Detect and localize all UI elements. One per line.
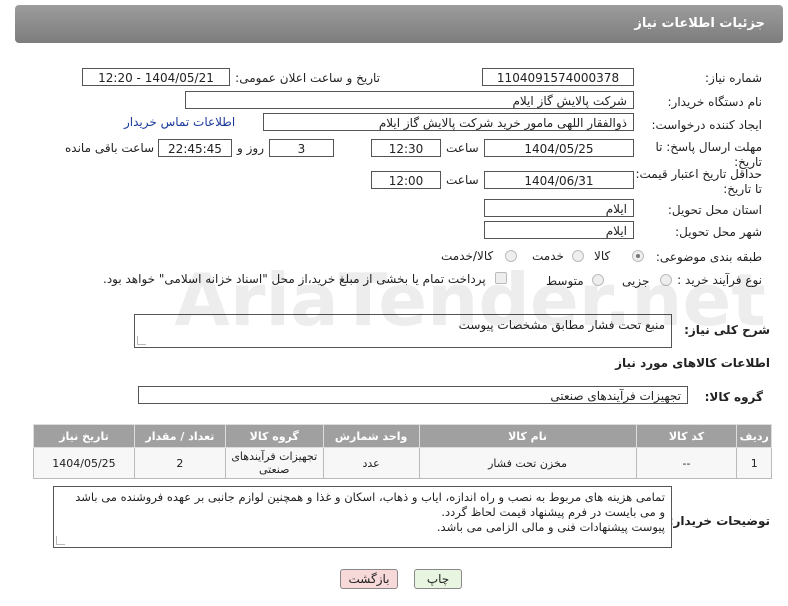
resize-grip-icon[interactable] xyxy=(56,536,65,545)
summary-text: منبع تحت فشار مطابق مشخصات پیوست xyxy=(458,318,665,332)
process-option-minor: جزیی xyxy=(622,274,650,288)
buyer-org-label: نام دستگاه خریدار: xyxy=(667,95,763,109)
col-header-quantity: تعداد / مقدار xyxy=(133,424,226,448)
col-header-code: کد کالا xyxy=(635,424,738,448)
remaining-time-field[interactable]: 22:45:45 xyxy=(158,139,232,157)
category-radio-service[interactable] xyxy=(572,250,584,262)
treasury-payment-checkbox[interactable] xyxy=(495,272,507,284)
category-option-service: خدمت xyxy=(532,249,564,263)
buyer-notes-line: و می بایست در فرم پیشنهاد قیمت لحاظ گردد… xyxy=(441,505,665,519)
city-label: شهر محل تحویل: xyxy=(675,225,762,239)
buyer-org-field[interactable]: شرکت پالایش گاز ایلام xyxy=(185,91,634,109)
col-header-unit: واحد شمارش xyxy=(322,424,420,448)
cell-code: -- xyxy=(635,447,738,479)
process-type-label: نوع فرآیند خرید : xyxy=(677,273,762,287)
buyer-contact-link[interactable]: اطلاعات تماس خریدار xyxy=(124,115,235,129)
need-number-field[interactable]: 1104091574000378 xyxy=(482,68,634,86)
treasury-payment-note: پرداخت تمام یا بخشی از مبلغ خرید،از محل … xyxy=(103,272,486,286)
province-label: استان محل تحویل: xyxy=(667,203,762,217)
buyer-notes-line: تمامی هزینه های مربوط به نصب و راه انداز… xyxy=(75,490,665,504)
buyer-notes-textarea[interactable]: تمامی هزینه های مربوط به نصب و راه انداز… xyxy=(53,486,672,548)
cell-group: تجهیزات فرآیندهای صنعتی xyxy=(224,447,324,479)
province-field[interactable]: ایلام xyxy=(484,199,634,217)
city-field[interactable]: ایلام xyxy=(484,221,634,239)
cell-name: مخزن تحت فشار xyxy=(418,447,637,479)
need-number-label: شماره نیاز: xyxy=(705,71,762,85)
announce-date-field[interactable]: 1404/05/21 - 12:20 xyxy=(82,68,230,86)
price-validity-date-field[interactable]: 1404/06/31 xyxy=(484,171,634,189)
process-radio-minor[interactable] xyxy=(660,274,672,286)
cell-unit: عدد xyxy=(322,447,420,479)
deadline-time-label: ساعت xyxy=(446,141,479,155)
col-header-row-number: ردیف xyxy=(736,424,772,448)
goods-group-label: گروه کالا: xyxy=(704,390,763,404)
process-radio-medium[interactable] xyxy=(592,274,604,286)
col-header-name: نام کالا xyxy=(418,424,637,448)
resize-grip-icon[interactable] xyxy=(137,336,146,345)
category-label: طبقه بندی موضوعی: xyxy=(655,250,762,264)
goods-group-field[interactable]: تجهیزات فرآیندهای صنعتی xyxy=(138,386,688,404)
process-option-medium: متوسط xyxy=(546,274,584,288)
page-title: جزئیات اطلاعات نیاز xyxy=(634,16,765,31)
category-option-goods: کالا xyxy=(594,249,611,263)
category-radio-goods-service[interactable] xyxy=(505,250,517,262)
days-label: روز و xyxy=(237,141,264,155)
deadline-date-field[interactable]: 1404/05/25 xyxy=(484,139,634,157)
goods-table: ردیف کد کالا نام کالا واحد شمارش گروه کا… xyxy=(33,424,772,479)
summary-label: شرح کلی نیاز: xyxy=(684,323,770,337)
summary-textarea[interactable]: منبع تحت فشار مطابق مشخصات پیوست xyxy=(134,314,672,348)
col-header-group: گروه کالا xyxy=(224,424,324,448)
cell-date: 1404/05/25 xyxy=(33,447,135,479)
cell-quantity: 2 xyxy=(133,447,226,479)
back-button[interactable]: بازگشت xyxy=(340,569,398,589)
announce-date-label: تاریخ و ساعت اعلان عمومی: xyxy=(235,71,380,85)
buyer-notes-label: توضیحات خریدار: xyxy=(668,514,770,528)
deadline-time-field[interactable]: 12:30 xyxy=(371,139,441,157)
deadline-label: مهلت ارسال پاسخ: تا تاریخ: xyxy=(655,140,762,169)
category-radio-goods[interactable] xyxy=(632,250,644,262)
buyer-notes-line: پیوست پیشنهادات فنی و مالی الزامی می باش… xyxy=(436,520,665,534)
remaining-time-label: ساعت باقی مانده xyxy=(65,141,155,155)
price-validity-time-label: ساعت xyxy=(446,173,479,187)
print-button[interactable]: چاپ xyxy=(414,569,462,589)
need-details-page: جزئیات اطلاعات نیاز شماره نیاز: 11040915… xyxy=(0,0,788,606)
table-header-row: ردیف کد کالا نام کالا واحد شمارش گروه کا… xyxy=(33,424,772,448)
page-header: جزئیات اطلاعات نیاز xyxy=(15,5,783,43)
creator-label: ایجاد کننده درخواست: xyxy=(651,118,762,132)
days-remaining-field[interactable]: 3 xyxy=(269,139,334,157)
cell-row-number: 1 xyxy=(736,447,772,479)
price-validity-label: حداقل تاریخ اعتبار قیمت: تا تاریخ: xyxy=(635,167,762,196)
price-validity-time-field[interactable]: 12:00 xyxy=(371,171,441,189)
category-option-goods-service: کالا/خدمت xyxy=(441,249,494,263)
table-row[interactable]: 1 -- مخزن تحت فشار عدد تجهیزات فرآیندهای… xyxy=(33,447,772,479)
creator-field[interactable]: ذوالفقار اللهی مامور خرید شرکت پالایش گا… xyxy=(263,113,634,131)
col-header-date: تاریخ نیاز xyxy=(33,424,135,448)
goods-section-title: اطلاعات کالاهای مورد نیاز xyxy=(615,356,770,370)
